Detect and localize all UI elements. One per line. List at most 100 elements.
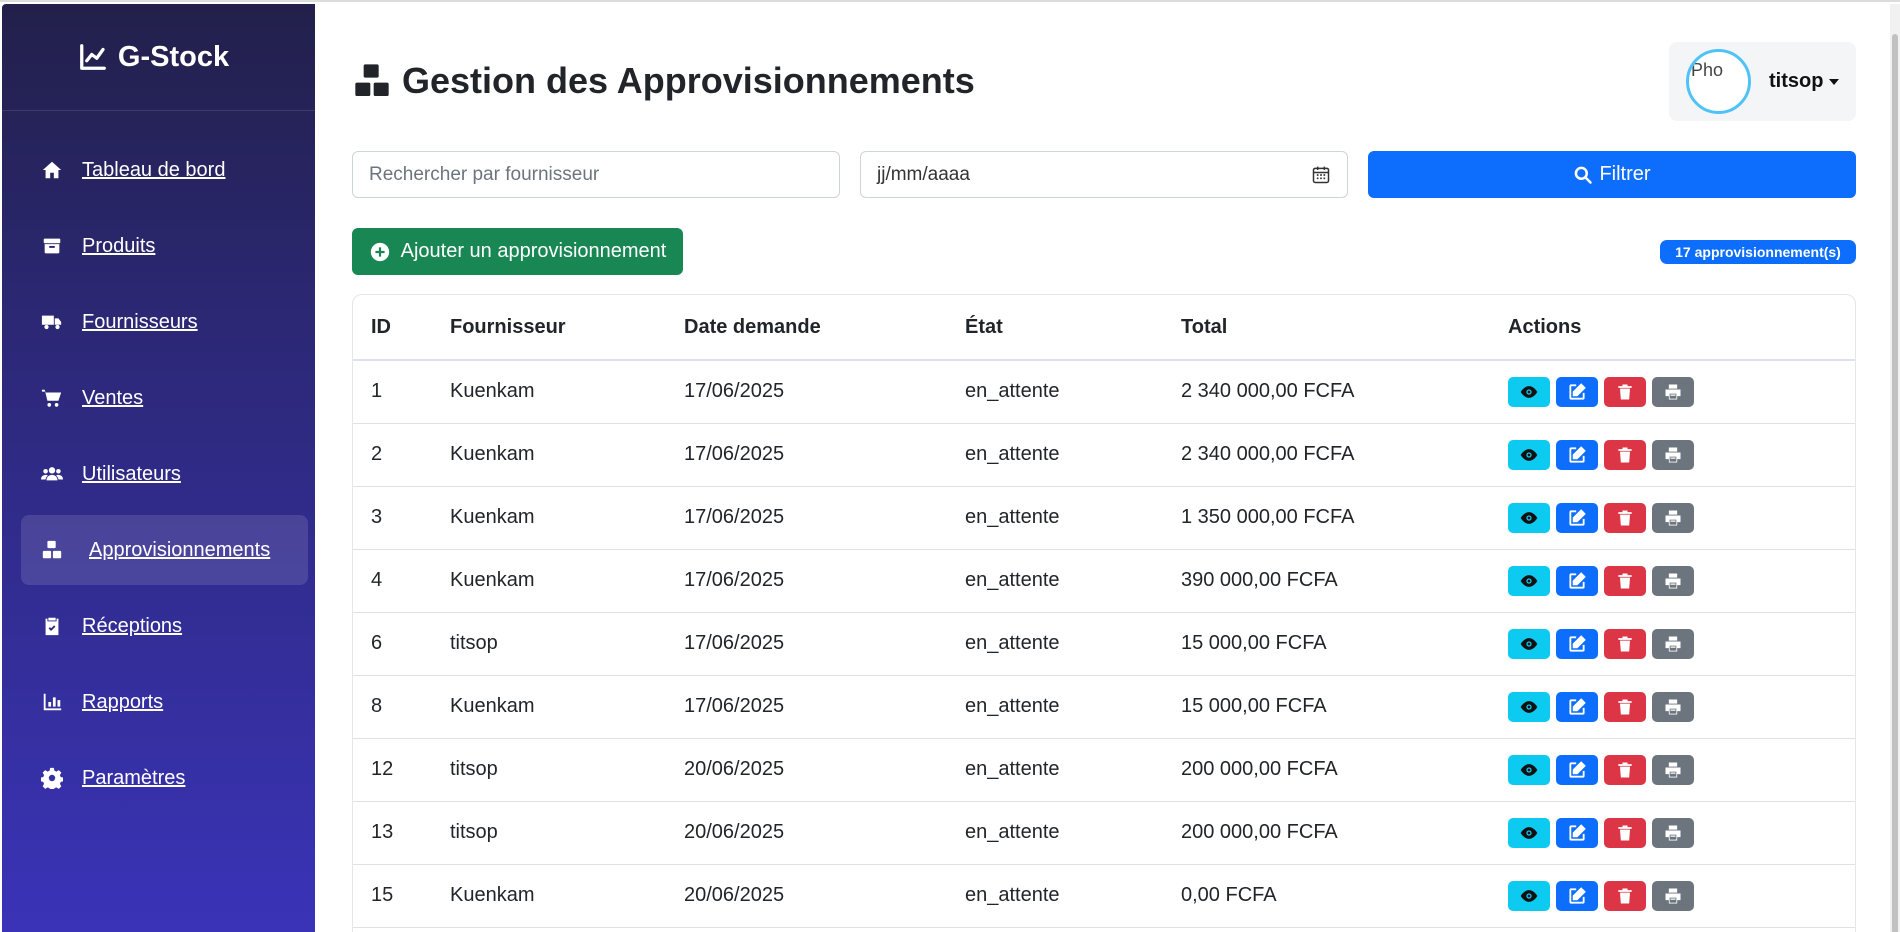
sidebar-item-approvisionnements[interactable]: Approvisionnements xyxy=(21,515,308,585)
user-menu[interactable]: Pho titsop xyxy=(1669,42,1856,121)
col-total: Total xyxy=(1181,295,1508,361)
print-icon xyxy=(1663,382,1683,402)
print-button[interactable] xyxy=(1652,502,1694,533)
plus-circle-icon xyxy=(370,242,389,261)
sidebar-item-tableau-de-bord[interactable]: Tableau de bord xyxy=(21,135,308,205)
sidebar-item-label: Paramètres xyxy=(82,766,186,789)
delete-button[interactable] xyxy=(1604,691,1646,722)
edit-button[interactable] xyxy=(1556,376,1598,407)
view-button[interactable] xyxy=(1508,754,1550,785)
trash-icon xyxy=(1615,886,1635,906)
edit-button[interactable] xyxy=(1556,565,1598,596)
row-actions xyxy=(1508,691,1855,722)
search-input[interactable]: Rechercher par fournisseur xyxy=(352,151,840,198)
edit-button[interactable] xyxy=(1556,439,1598,470)
cell-total: 200 000,00 FCFA xyxy=(1181,738,1508,802)
view-button[interactable] xyxy=(1508,439,1550,470)
print-icon xyxy=(1663,634,1683,654)
cell-total: 15 000,00 FCFA xyxy=(1181,612,1508,676)
trash-icon xyxy=(1615,634,1635,654)
col-etat: État xyxy=(965,295,1181,361)
brand[interactable]: G-Stock xyxy=(2,4,315,111)
sidebar-item-produits[interactable]: Produits xyxy=(21,211,308,281)
edit-button[interactable] xyxy=(1556,691,1598,722)
delete-button[interactable] xyxy=(1604,817,1646,848)
table-row: 8 Kuenkam 17/06/2025 en_attente 15 000,00 FC… xyxy=(353,675,1855,739)
cell-date: 17/06/2025 xyxy=(684,360,965,424)
edit-button[interactable] xyxy=(1556,628,1598,659)
sidebar-item-fournisseurs[interactable]: Fournisseurs xyxy=(21,287,308,357)
print-button[interactable] xyxy=(1652,754,1694,785)
print-button[interactable] xyxy=(1652,628,1694,659)
sidebar-item-label: Ventes xyxy=(82,386,144,409)
edit-icon xyxy=(1567,571,1587,591)
cell-fournisseur: titsop xyxy=(450,738,684,802)
delete-button[interactable] xyxy=(1604,628,1646,659)
edit-button[interactable] xyxy=(1556,754,1598,785)
delete-button[interactable] xyxy=(1604,880,1646,911)
edit-button[interactable] xyxy=(1556,880,1598,911)
trash-icon xyxy=(1615,823,1635,843)
cell-total: 1 350 000,00 FCFA xyxy=(1181,486,1508,550)
cell-actions xyxy=(1508,675,1855,739)
cell-etat: en_attente xyxy=(965,486,1181,550)
edit-icon xyxy=(1567,760,1587,780)
cell-actions xyxy=(1508,360,1855,424)
view-button[interactable] xyxy=(1508,565,1550,596)
scrollbar[interactable] xyxy=(1890,4,1900,932)
cell-date: 17/06/2025 xyxy=(684,486,965,550)
edit-icon xyxy=(1567,697,1587,717)
avatar[interactable]: Pho xyxy=(1686,49,1751,114)
view-button[interactable] xyxy=(1508,502,1550,533)
trash-icon xyxy=(1615,571,1635,591)
view-button[interactable] xyxy=(1508,691,1550,722)
edit-button[interactable] xyxy=(1556,817,1598,848)
print-button[interactable] xyxy=(1652,439,1694,470)
delete-button[interactable] xyxy=(1604,376,1646,407)
view-button[interactable] xyxy=(1508,880,1550,911)
eye-icon xyxy=(1519,760,1539,780)
truck-icon xyxy=(39,309,65,335)
sidebar-item-utilisateurs[interactable]: Utilisateurs xyxy=(21,439,308,509)
row-actions xyxy=(1508,754,1855,785)
supplies-table: ID Fournisseur Date demande État Total A… xyxy=(353,295,1855,928)
delete-button[interactable] xyxy=(1604,565,1646,596)
cell-id: 8 xyxy=(353,675,450,739)
print-button[interactable] xyxy=(1652,817,1694,848)
cell-etat: en_attente xyxy=(965,675,1181,739)
col-fournisseur: Fournisseur xyxy=(450,295,684,361)
cell-total: 200 000,00 FCFA xyxy=(1181,801,1508,865)
view-button[interactable] xyxy=(1508,817,1550,848)
user-dropdown-toggle[interactable]: titsop xyxy=(1769,70,1840,93)
cell-fournisseur: Kuenkam xyxy=(450,675,684,739)
print-button[interactable] xyxy=(1652,880,1694,911)
filter-button[interactable]: Filtrer xyxy=(1368,151,1856,198)
delete-button[interactable] xyxy=(1604,439,1646,470)
sidebar-item-ventes[interactable]: Ventes xyxy=(21,363,308,433)
sidebar-item-parametres[interactable]: Paramètres xyxy=(21,743,308,813)
cell-id: 13 xyxy=(353,801,450,865)
cell-fournisseur: titsop xyxy=(450,612,684,676)
boxes-icon xyxy=(39,537,65,563)
sidebar-item-receptions[interactable]: Réceptions xyxy=(21,591,308,661)
table-row: 1 Kuenkam 17/06/2025 en_attente 2 340 000,00… xyxy=(353,360,1855,424)
scrollbar-thumb[interactable] xyxy=(1892,34,1898,932)
view-button[interactable] xyxy=(1508,628,1550,659)
sidebar-item-rapports[interactable]: Rapports xyxy=(21,667,308,737)
print-button[interactable] xyxy=(1652,565,1694,596)
delete-button[interactable] xyxy=(1604,502,1646,533)
print-button[interactable] xyxy=(1652,691,1694,722)
print-button[interactable] xyxy=(1652,376,1694,407)
calendar-icon[interactable] xyxy=(1311,165,1331,185)
sidebar-item-label: Utilisateurs xyxy=(82,462,181,485)
search-icon xyxy=(1575,166,1593,184)
delete-button[interactable] xyxy=(1604,754,1646,785)
cell-total: 0,00 FCFA xyxy=(1181,864,1508,928)
edit-button[interactable] xyxy=(1556,502,1598,533)
edit-icon xyxy=(1567,508,1587,528)
cell-date: 17/06/2025 xyxy=(684,549,965,613)
view-button[interactable] xyxy=(1508,376,1550,407)
add-supply-button[interactable]: Ajouter un approvisionnement xyxy=(352,228,683,275)
cell-date: 17/06/2025 xyxy=(684,423,965,487)
date-input[interactable]: jj/mm/aaaa xyxy=(860,151,1348,198)
